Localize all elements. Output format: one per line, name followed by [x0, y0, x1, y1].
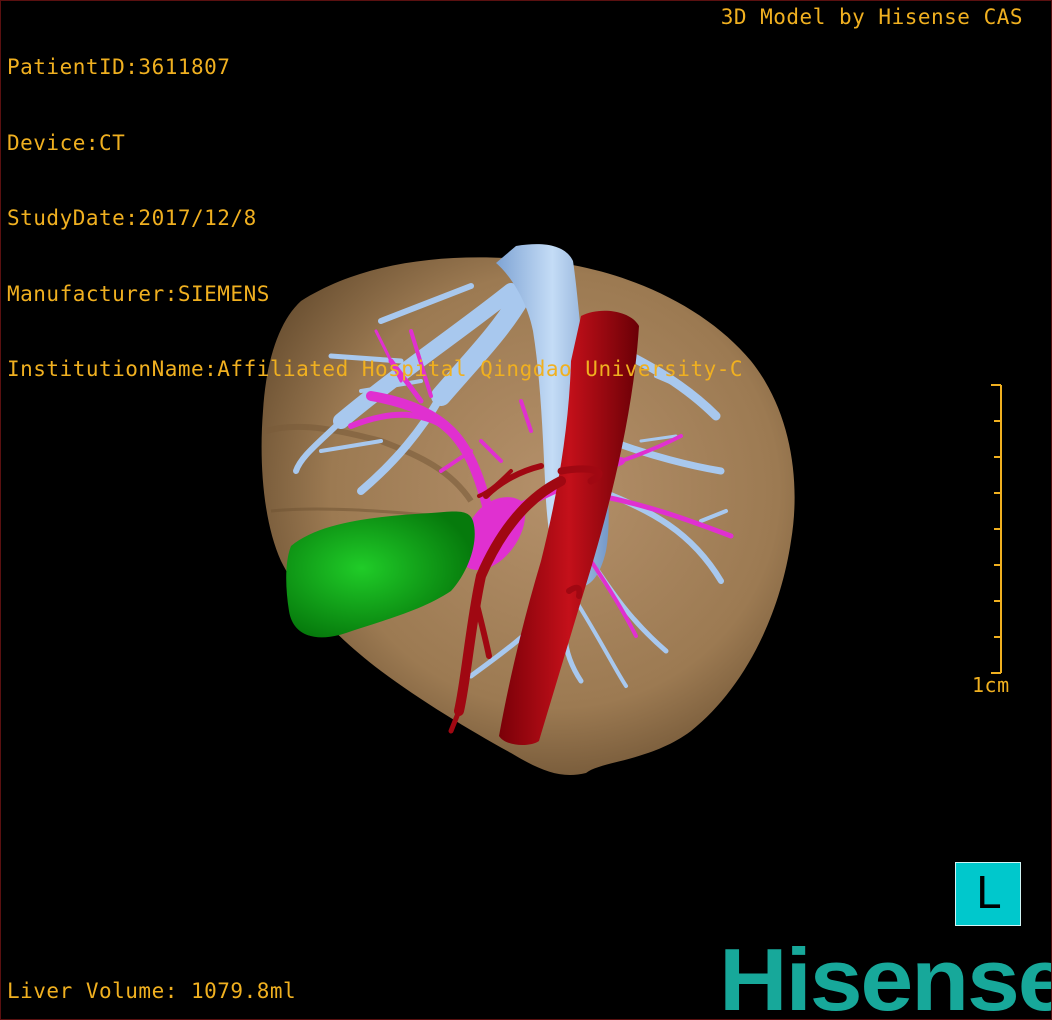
device-type: Device:CT [7, 130, 126, 155]
hisense-logo: Hisense [719, 930, 1052, 1020]
3d-viewport[interactable]: PatientID:3611807 Device:CT StudyDate:20… [0, 0, 1052, 1020]
patient-id: PatientID:3611807 [7, 55, 231, 79]
model-credit: 3D Model by Hisense CAS [720, 5, 1023, 29]
liver-volume: Liver Volume: 1079.8ml [7, 979, 297, 1003]
patient-info-panel: PatientID:3611807 Device:CT StudyDate:20… [7, 5, 743, 433]
orientation-marker-l[interactable]: L [955, 862, 1021, 926]
scale-label: 1cm [972, 673, 1010, 697]
manufacturer: Manufacturer:SIEMENS [7, 281, 270, 306]
study-date: StudyDate:2017/12/8 [7, 206, 257, 230]
scale-ruler [991, 384, 1002, 674]
institution-name: InstitutionName:Affiliated Hospital Qing… [7, 357, 744, 381]
